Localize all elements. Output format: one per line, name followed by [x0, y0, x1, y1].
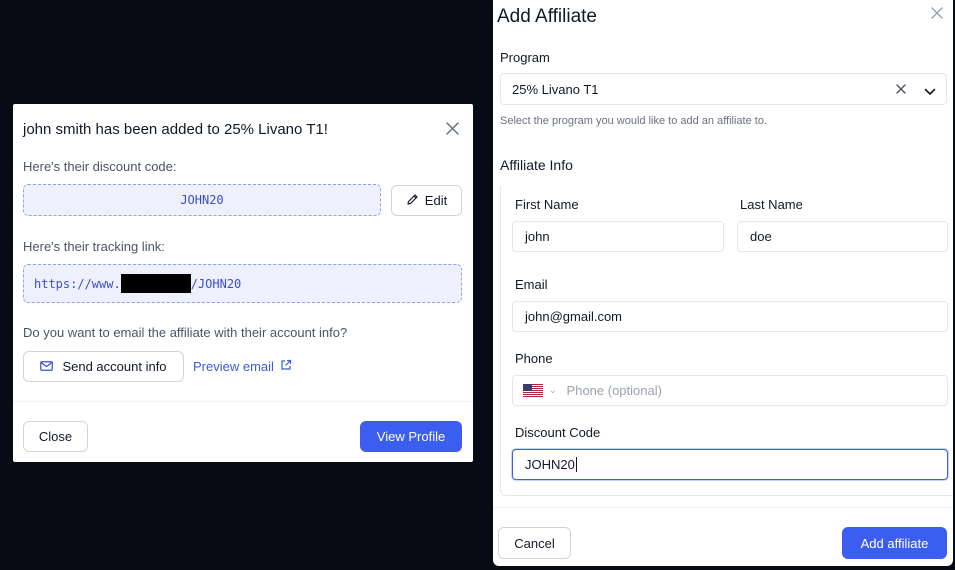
program-select[interactable]: 25% Livano T1	[500, 73, 947, 105]
email-label: Email	[515, 277, 548, 292]
phone-field[interactable]: ⌄ Phone (optional)	[512, 375, 948, 406]
first-name-value: john	[525, 229, 550, 244]
discount-code-value: JOHN20	[180, 193, 224, 207]
preview-email-link[interactable]: Preview email	[193, 359, 292, 374]
view-profile-button[interactable]: View Profile	[360, 421, 462, 452]
first-name-field[interactable]: john	[512, 221, 724, 252]
close-icon[interactable]	[446, 122, 459, 135]
send-account-info-button[interactable]: Send account info	[23, 351, 184, 382]
modal-title: Add Affiliate	[497, 6, 598, 27]
discount-code-value: JOHN20	[525, 457, 575, 472]
footer-divider	[13, 401, 473, 402]
program-helper-text: Select the program you would like to add…	[500, 115, 768, 127]
email-value: john@gmail.com	[525, 309, 623, 324]
first-name-label: First Name	[515, 197, 579, 212]
clear-icon[interactable]	[896, 82, 906, 97]
pencil-icon	[406, 193, 419, 209]
affiliate-info-panel: First Name john Last Name doe Email john…	[500, 186, 953, 496]
last-name-label: Last Name	[740, 197, 803, 212]
add-affiliate-label: Add affiliate	[860, 535, 929, 551]
tracking-link-box[interactable]: https://www. /JOHN20	[23, 264, 462, 303]
affiliate-added-modal: john smith has been added to 25% Livano …	[13, 104, 473, 462]
discount-code-label: Discount Code	[515, 425, 601, 440]
send-account-info-label: Send account info	[62, 359, 167, 374]
tracking-link-label: Here's their tracking link:	[23, 239, 165, 254]
redacted-domain	[120, 274, 191, 293]
email-question: Do you want to email the affiliate with …	[23, 325, 348, 340]
edit-label: Edit	[424, 193, 448, 208]
phone-label: Phone	[515, 351, 553, 366]
cancel-button[interactable]: Cancel	[498, 527, 571, 559]
discount-code-field[interactable]: JOHN20	[512, 449, 948, 480]
phone-placeholder: Phone (optional)	[566, 383, 662, 398]
affiliate-info-heading: Affiliate Info	[500, 157, 573, 173]
discount-code-box[interactable]: JOHN20	[23, 184, 381, 216]
tracking-link-prefix: https://www.	[34, 276, 121, 291]
email-field[interactable]: john@gmail.com	[512, 301, 948, 332]
footer-divider	[493, 507, 953, 508]
add-affiliate-button[interactable]: Add affiliate	[842, 527, 947, 559]
view-profile-label: View Profile	[376, 429, 446, 444]
program-value: 25% Livano T1	[512, 81, 599, 97]
tracking-link-suffix: /JOHN20	[190, 276, 242, 291]
last-name-field[interactable]: doe	[737, 221, 948, 252]
close-label: Close	[38, 429, 73, 444]
program-label: Program	[500, 50, 550, 65]
country-chevron-icon[interactable]: ⌄	[549, 385, 557, 396]
text-cursor	[575, 457, 577, 472]
discount-code-label: Here's their discount code:	[23, 159, 177, 174]
modal-title: john smith has been added to 25% Livano …	[23, 121, 328, 138]
chevron-down-icon[interactable]	[924, 84, 936, 99]
add-affiliate-modal: Add Affiliate Program 25% Livano T1 Sele…	[493, 0, 953, 566]
last-name-value: doe	[750, 229, 772, 244]
close-button[interactable]: Close	[23, 421, 88, 452]
us-flag-icon[interactable]	[523, 384, 543, 397]
mail-icon	[40, 359, 54, 374]
preview-email-label: Preview email	[193, 359, 274, 374]
close-icon[interactable]	[931, 7, 943, 19]
external-link-icon	[280, 359, 292, 374]
cancel-label: Cancel	[514, 535, 555, 551]
edit-button[interactable]: Edit	[391, 185, 462, 216]
